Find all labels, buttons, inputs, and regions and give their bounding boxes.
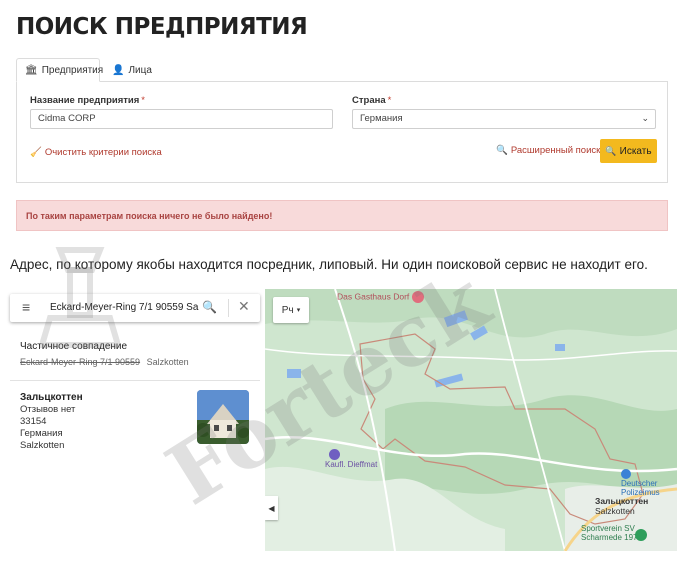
- chevron-left-icon: ◀: [268, 503, 275, 513]
- advanced-search-label: Расширенный поиск: [510, 145, 601, 156]
- search-icon: 🔍: [605, 145, 617, 156]
- clear-criteria-label: Очистить критерии поиска: [44, 147, 162, 158]
- map-type-label: Рч: [281, 304, 294, 316]
- map-town-label: Зальцкоттен Salzkotten: [595, 496, 649, 516]
- poi-pin-icon: [621, 469, 631, 479]
- eraser-icon: 🧹: [30, 147, 42, 158]
- divider: [228, 299, 229, 317]
- place-city: Salzkotten: [20, 440, 65, 451]
- menu-icon[interactable]: ≡: [22, 299, 30, 315]
- poi-left-label: Kaufl. Dieffmat: [325, 460, 378, 469]
- place-reviews: Отзывов нет: [20, 404, 76, 415]
- place-country: Германия: [20, 428, 63, 439]
- close-icon[interactable]: ✕: [238, 298, 250, 315]
- place-name: Зальцкоттен: [20, 392, 83, 403]
- poi-pin-icon: [329, 449, 340, 460]
- collapse-panel-button[interactable]: ◀: [265, 496, 278, 520]
- search-button[interactable]: 🔍 Искать: [600, 139, 657, 163]
- place-result[interactable]: Зальцкоттен Отзывов нет 33154 Германия S…: [20, 392, 83, 451]
- poi-right-label-2: Polizeimus: [621, 488, 660, 497]
- country-select[interactable]: Германия ⌄: [352, 109, 656, 129]
- poi-pin-icon: [635, 529, 647, 541]
- map-poi-bottom[interactable]: Sportverein SV Scharmede 1974: [581, 524, 642, 542]
- search-plus-icon: 🔍: [496, 145, 508, 156]
- list-divider: [10, 380, 260, 381]
- chevron-down-icon: ▾: [296, 307, 301, 314]
- partial-city: Salzkotten: [146, 357, 189, 367]
- tab-companies[interactable]: 🏛 Предприятия: [16, 58, 104, 82]
- country-select-value: Германия: [360, 113, 403, 124]
- no-results-alert: По таким параметрам поиска ничего не был…: [16, 200, 668, 231]
- poi-bottom-label-2: Scharmede 1974: [581, 533, 642, 542]
- tab-persons[interactable]: 👤 Лица: [104, 58, 164, 82]
- partial-address: Eckard-Meyer-Ring 7/1 90559: [20, 357, 141, 367]
- tab-label: Предприятия: [41, 64, 104, 76]
- partial-match-result[interactable]: Eckard-Meyer-Ring 7/1 90559 Salzkotten: [20, 357, 189, 367]
- poi-right-label-1: Deutscher: [621, 479, 658, 488]
- company-name-label: Название предприятия *: [30, 95, 145, 106]
- user-icon: 👤: [112, 64, 125, 76]
- watermark-logo-icon: [40, 247, 120, 348]
- poi-bottom-label-1: Sportverein SV: [581, 524, 635, 533]
- clear-criteria-link[interactable]: 🧹 Очистить критерии поиска: [30, 147, 162, 158]
- page-title: ПОИСК ПРЕДПРИЯТИЯ: [16, 14, 308, 40]
- company-name-input[interactable]: Cidma CORP: [30, 109, 333, 129]
- advanced-search-link[interactable]: 🔍 Расширенный поиск: [496, 145, 600, 156]
- search-button-label: Искать: [619, 145, 652, 157]
- building-icon: 🏛: [25, 64, 38, 76]
- tab-label: Лица: [128, 64, 152, 76]
- map-poi-right[interactable]: Deutscher Polizeimus: [621, 469, 660, 497]
- chevron-down-icon: ⌄: [641, 113, 649, 123]
- search-icon[interactable]: 🔍: [202, 300, 217, 314]
- country-label: Страна *: [352, 95, 392, 106]
- place-postcode: 33154: [20, 416, 47, 427]
- map-type-button[interactable]: Рч ▾: [273, 297, 309, 323]
- map-poi-left[interactable]: Kaufl. Dieffmat: [325, 449, 377, 469]
